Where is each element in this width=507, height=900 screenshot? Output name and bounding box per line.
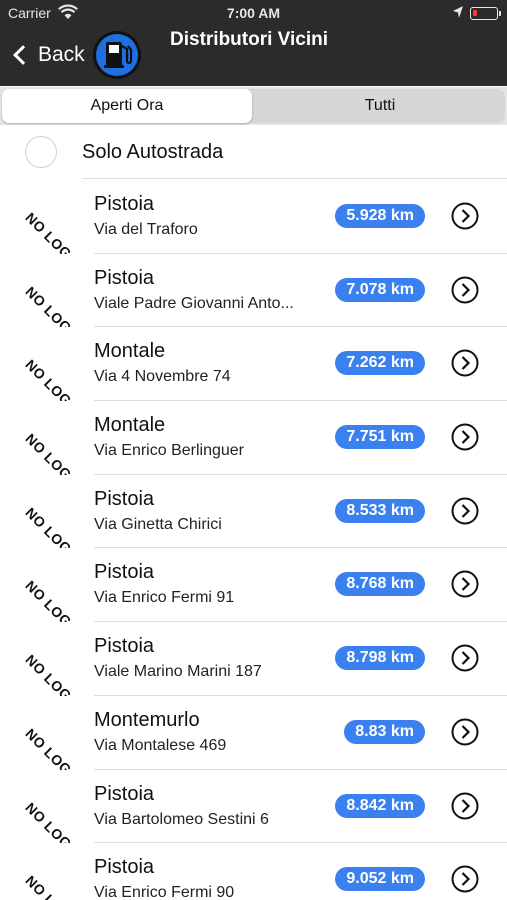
distance-badge: 8.842 km: [335, 793, 425, 818]
station-list: NO LOGO Pistoia Via del Traforo 5.928 km…: [0, 180, 507, 900]
status-time: 7:00 AM: [226, 5, 281, 21]
chevron-right-circle-icon[interactable]: [451, 718, 479, 746]
station-city: Pistoia: [94, 856, 155, 879]
distance-badge: 5.928 km: [335, 204, 425, 228]
station-row[interactable]: NO LOGO Pistoia Viale Padre Giovanni Ant…: [0, 253, 507, 344]
chevron-right-circle-icon[interactable]: [451, 644, 479, 672]
distance-badge: 8.768 km: [335, 572, 425, 597]
station-address: Viale Padre Giovanni Anto...: [94, 294, 294, 312]
highway-filter-row[interactable]: Solo Autostrada: [0, 126, 507, 179]
chevron-right-circle-icon[interactable]: [451, 497, 479, 525]
chevron-right-circle-icon[interactable]: [451, 202, 479, 230]
station-address: Via Ginetta Chirici: [94, 515, 222, 533]
chevron-right-circle-icon[interactable]: [451, 349, 479, 377]
station-address: Via del Traforo: [94, 221, 198, 238]
no-logo-placeholder: NO LOGO: [22, 873, 83, 900]
station-city: Pistoia: [94, 266, 155, 289]
distance-badge: 8.533 km: [335, 498, 425, 523]
chevron-left-icon: [13, 45, 33, 65]
station-row[interactable]: NO LOGO Pistoia Viale Marino Marini 187 …: [0, 622, 507, 712]
back-button[interactable]: Back: [10, 40, 85, 70]
station-city: Pistoia: [94, 487, 155, 510]
station-row[interactable]: NO LOGO Pistoia Via del Traforo 5.928 km: [0, 180, 507, 270]
station-row[interactable]: NO LOGO Montale Via 4 Novembre 74 7.262 …: [0, 327, 507, 417]
station-address: Via Enrico Fermi 91: [94, 589, 235, 607]
highway-only-label: Solo Autostrada: [82, 141, 224, 163]
page-title: Distributori Vicini: [170, 29, 329, 50]
station-city: Pistoia: [94, 635, 155, 658]
station-row[interactable]: NO LOGO Pistoia Via Enrico Fermi 90 9.05…: [0, 843, 507, 900]
segment-all[interactable]: Tutti: [255, 89, 505, 123]
segment-open-now[interactable]: Aperti Ora: [2, 89, 252, 123]
station-address: Via 4 Novembre 74: [94, 368, 231, 386]
station-row[interactable]: NO LOGO Pistoia Via Bartolomeo Sestini 6…: [0, 769, 507, 859]
station-city: Montale: [94, 414, 166, 437]
station-row[interactable]: NO LOGO Montemurlo Via Montalese 469 8.8…: [0, 695, 507, 786]
station-city: Pistoia: [94, 782, 155, 805]
station-address: Via Enrico Berlinguer: [94, 442, 245, 460]
station-row[interactable]: NO LOGO Pistoia Via Ginetta Chirici 8.53…: [0, 474, 507, 565]
distance-badge: 9.052 km: [335, 867, 425, 892]
chevron-right-circle-icon[interactable]: [451, 276, 479, 304]
fuel-pump-icon: [93, 31, 141, 79]
highway-only-radio[interactable]: [25, 136, 57, 168]
station-address: Viale Marino Marini 187: [94, 663, 262, 681]
status-bar: Carrier 7:00 AM: [0, 0, 507, 28]
chevron-right-circle-icon[interactable]: [451, 423, 479, 451]
station-city: Pistoia: [94, 561, 155, 584]
station-city: Montemurlo: [94, 708, 200, 731]
station-city: Pistoia: [94, 193, 155, 215]
station-address: Via Montalese 469: [94, 736, 227, 754]
segmented-control: Aperti Ora Tutti: [0, 87, 507, 125]
station-address: Via Enrico Fermi 90: [94, 884, 235, 900]
station-address: Via Bartolomeo Sestini 6: [94, 810, 269, 828]
location-arrow-icon: [453, 6, 463, 18]
station-city: Montale: [94, 340, 166, 363]
distance-badge: 7.751 km: [335, 425, 425, 450]
distance-badge: 8.798 km: [335, 646, 425, 671]
navigation-bar: Back Distributori Vicini: [0, 28, 507, 86]
distance-badge: 7.262 km: [335, 351, 425, 376]
distance-badge: 7.078 km: [335, 277, 425, 302]
distance-badge: 8.83 km: [344, 719, 425, 744]
battery-level: [473, 10, 477, 16]
back-label: Back: [38, 43, 85, 66]
battery-icon: [470, 7, 501, 20]
chevron-right-circle-icon[interactable]: [451, 792, 479, 820]
chevron-right-circle-icon[interactable]: [451, 570, 479, 598]
station-row[interactable]: NO LOGO Pistoia Via Enrico Fermi 91 8.76…: [0, 548, 507, 638]
chevron-right-circle-icon[interactable]: [451, 865, 479, 893]
station-row[interactable]: NO LOGO Montale Via Enrico Berlinguer 7.…: [0, 401, 507, 491]
